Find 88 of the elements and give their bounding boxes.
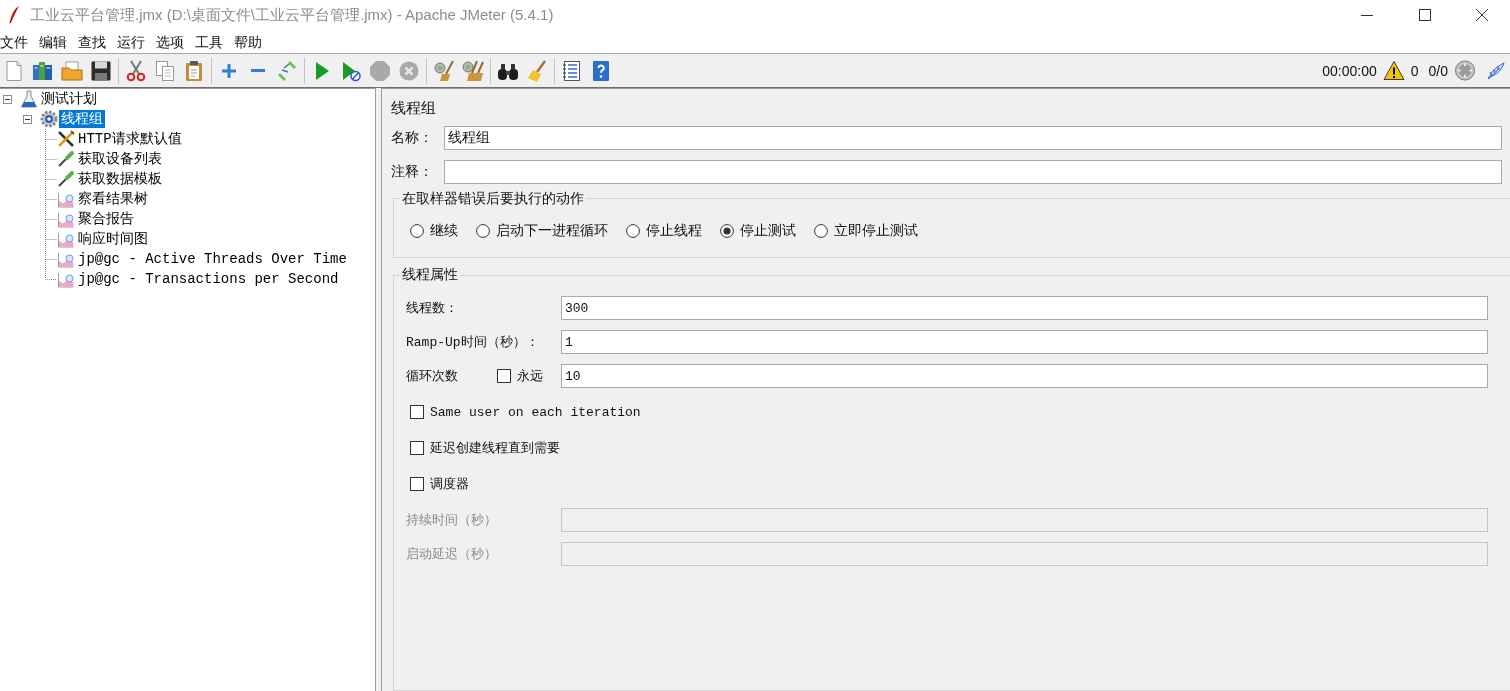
group-title: 在取样器错误后要执行的动作 [401, 189, 585, 208]
folder-icon [61, 59, 83, 82]
broom-icon [526, 59, 548, 82]
help-book-icon [590, 59, 612, 82]
gear-icon [40, 110, 58, 128]
play-clock-icon [340, 59, 362, 82]
tree-item[interactable]: HTTP请求默认值 [76, 130, 184, 148]
menu-item[interactable]: 文件 [0, 31, 28, 52]
minus-icon [251, 69, 265, 72]
flask-icon [20, 90, 38, 108]
group-title: 线程属性 [401, 266, 459, 285]
field-label: 启动延迟（秒） [406, 546, 498, 563]
scissors-icon [125, 59, 147, 82]
checkbox-icon[interactable] [410, 477, 424, 491]
field-label: 名称： [391, 129, 434, 147]
maximize-icon [1419, 9, 1431, 21]
loop-count-field[interactable]: 10 [561, 364, 1488, 388]
tree-connector [43, 209, 57, 229]
comment-field[interactable] [444, 160, 1502, 184]
clipboard-icon [183, 59, 205, 82]
tree-item[interactable]: 测试计划 [39, 90, 99, 108]
menu-item[interactable]: 帮助 [234, 31, 262, 52]
feather-icon[interactable] [1486, 60, 1506, 81]
field-label: 注释： [391, 163, 434, 181]
minus-box-icon[interactable] [3, 94, 12, 104]
blank-page-icon [3, 59, 25, 82]
radio-option[interactable]: 停止测试 [720, 222, 796, 240]
checkbox-option[interactable]: 永远 [497, 367, 561, 385]
checkbox-option[interactable]: Same user on each iteration [410, 404, 641, 420]
radio-option[interactable]: 立即停止测试 [814, 222, 918, 240]
pipette-icon [57, 170, 75, 188]
chart-icon [57, 270, 75, 288]
field-label: 持续时间（秒） [406, 512, 498, 529]
radio-option[interactable]: 停止线程 [626, 222, 702, 240]
radio-option[interactable]: 继续 [410, 222, 458, 240]
ramp-up-field[interactable]: 1 [561, 330, 1488, 354]
chart-icon [57, 230, 75, 248]
books-icon [32, 59, 54, 82]
tree-item[interactable]: 线程组 [59, 110, 105, 128]
checkbox-icon[interactable] [497, 369, 511, 383]
gear-broom-icon [433, 59, 455, 82]
checkbox-icon[interactable] [410, 405, 424, 419]
copy-pages-icon [154, 59, 176, 82]
chart-icon [57, 210, 75, 228]
tree-item[interactable]: 察看结果树 [76, 190, 150, 208]
tree-connector [43, 149, 57, 169]
menu-item[interactable]: 查找 [78, 31, 106, 52]
status-circle-icon [1454, 60, 1476, 81]
tree-item[interactable]: jp@gc - Active Threads Over Time [76, 250, 349, 268]
elapsed-time: 00:00:00 [1322, 62, 1377, 79]
quill-icon [8, 6, 20, 24]
field-label: Ramp-Up时间（秒）： [406, 334, 540, 351]
error-count: 0 [1410, 62, 1419, 79]
thread-count: 0/0 [1428, 62, 1448, 79]
checkbox-option[interactable]: 调度器 [410, 475, 469, 493]
droppers-icon [276, 59, 298, 82]
warning-icon[interactable] [1382, 60, 1405, 81]
panel-title: 线程组 [391, 98, 437, 118]
plus-icon [222, 63, 236, 78]
menu-item[interactable]: 运行 [117, 31, 145, 52]
chart-icon [57, 190, 75, 208]
tree-item[interactable]: 获取数据模板 [76, 170, 164, 188]
tree-connector [43, 229, 57, 249]
tree-item[interactable]: jp@gc - Transactions per Second [76, 270, 341, 288]
tools-icon [57, 130, 75, 148]
field-label: 循环次数 [406, 368, 459, 385]
menu-item[interactable]: 工具 [195, 31, 223, 52]
window-title: 工业云平台管理.jmx (D:\桌面文件\工业云平台管理.jmx) - Apache JMeter (5.4.1) [30, 5, 554, 25]
checkbox-icon[interactable] [410, 441, 424, 455]
tree-item[interactable]: 响应时间图 [76, 230, 150, 248]
close-icon [1476, 9, 1488, 21]
pipette-icon [57, 150, 75, 168]
menu-item[interactable]: 选项 [156, 31, 184, 52]
list-icon [561, 59, 583, 82]
tree-item[interactable]: 获取设备列表 [76, 150, 164, 168]
tree-item[interactable]: 聚合报告 [76, 210, 136, 228]
checkbox-option[interactable]: 延迟创建线程直到需要 [410, 439, 560, 457]
tree-connector [43, 129, 57, 149]
chart-icon [57, 250, 75, 268]
name-field[interactable]: 线程组 [444, 126, 1502, 150]
radio-option[interactable]: 启动下一进程循环 [476, 222, 608, 240]
threads-field[interactable]: 300 [561, 296, 1488, 320]
menu-item[interactable]: 编辑 [39, 31, 67, 52]
field-label: 线程数： [406, 300, 459, 317]
tree-connector [43, 189, 57, 209]
minus-box-icon[interactable] [23, 114, 32, 124]
gear-brooms-icon [462, 59, 484, 82]
tree-connector [43, 169, 57, 189]
